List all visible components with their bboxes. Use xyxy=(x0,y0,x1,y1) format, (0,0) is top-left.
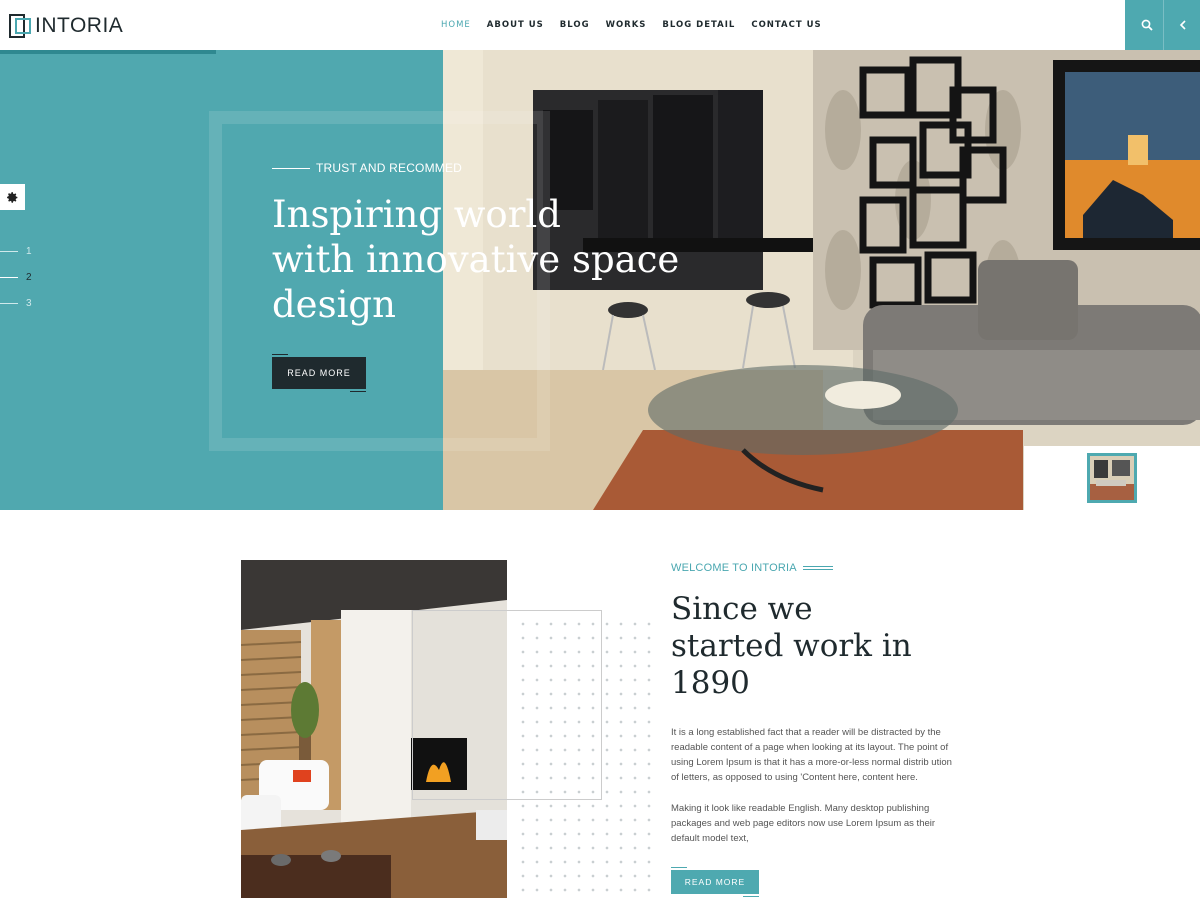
hero-title: Inspiring world with innovative space de… xyxy=(272,192,712,327)
main-nav: HOME ABOUT US BLOG WORKS BLOG DETAIL CON… xyxy=(441,20,838,30)
about-paragraph: Making it look like readable English. Ma… xyxy=(671,803,936,844)
nav-item-about-us[interactable]: ABOUT US xyxy=(487,20,544,30)
hero-title-line: design xyxy=(272,283,396,326)
button-accent-line xyxy=(743,896,759,897)
welcome-eyebrow: WELCOME TO INTORIA xyxy=(671,562,833,574)
about-paragraph: It is a long established fact that a rea… xyxy=(671,727,952,783)
gear-icon xyxy=(7,191,18,203)
settings-button[interactable] xyxy=(0,184,25,210)
eyebrow-line xyxy=(272,167,310,169)
nav-item-home[interactable]: HOME xyxy=(441,20,471,30)
hero-accent-line xyxy=(0,50,216,54)
hero-read-more-button[interactable]: READ MORE xyxy=(272,357,366,389)
slide-pager: 1 2 3 xyxy=(0,238,32,316)
about-decorative-frame xyxy=(412,610,602,800)
logo[interactable]: INTORIA xyxy=(9,14,123,38)
hero-eyebrow-text: TRUST AND RECOMMED xyxy=(316,161,463,175)
logo-text: INTORIA xyxy=(35,14,124,37)
hero-title-line: with innovative space xyxy=(272,238,680,281)
hero-slider: TRUST AND RECOMMED Inspiring world with … xyxy=(0,50,1200,510)
hero-title-line: Inspiring world xyxy=(272,193,561,236)
sidebar-toggle-button[interactable] xyxy=(1163,0,1200,50)
site-header: INTORIA HOME ABOUT US BLOG WORKS BLOG DE… xyxy=(0,0,1200,50)
search-icon xyxy=(1141,19,1153,31)
hero-eyebrow: TRUST AND RECOMMED xyxy=(272,161,462,175)
button-accent-line xyxy=(272,354,288,355)
eyebrow-decoration xyxy=(802,564,833,572)
pager-item-2[interactable]: 2 xyxy=(0,264,32,290)
nav-item-contact-us[interactable]: CONTACT US xyxy=(751,20,821,30)
about-title: Since we started work in 1890 xyxy=(671,591,951,702)
about-title-line: started work in xyxy=(671,628,912,664)
nav-item-blog-detail[interactable]: BLOG DETAIL xyxy=(662,20,735,30)
nav-item-works[interactable]: WORKS xyxy=(606,20,647,30)
pager-item-3[interactable]: 3 xyxy=(0,290,32,316)
about-read-more-button[interactable]: READ MORE xyxy=(671,870,759,894)
nav-item-blog[interactable]: BLOG xyxy=(560,20,590,30)
about-title-line: 1890 xyxy=(671,665,750,701)
about-title-line: Since we xyxy=(671,591,813,627)
logo-icon xyxy=(9,14,31,38)
pager-item-1[interactable]: 1 xyxy=(0,238,32,264)
button-accent-line xyxy=(671,867,687,868)
chevron-left-icon xyxy=(1179,20,1186,30)
welcome-eyebrow-text: WELCOME TO INTORIA xyxy=(671,562,797,574)
button-accent-line xyxy=(350,391,366,392)
slide-thumbnail[interactable] xyxy=(1087,453,1137,503)
